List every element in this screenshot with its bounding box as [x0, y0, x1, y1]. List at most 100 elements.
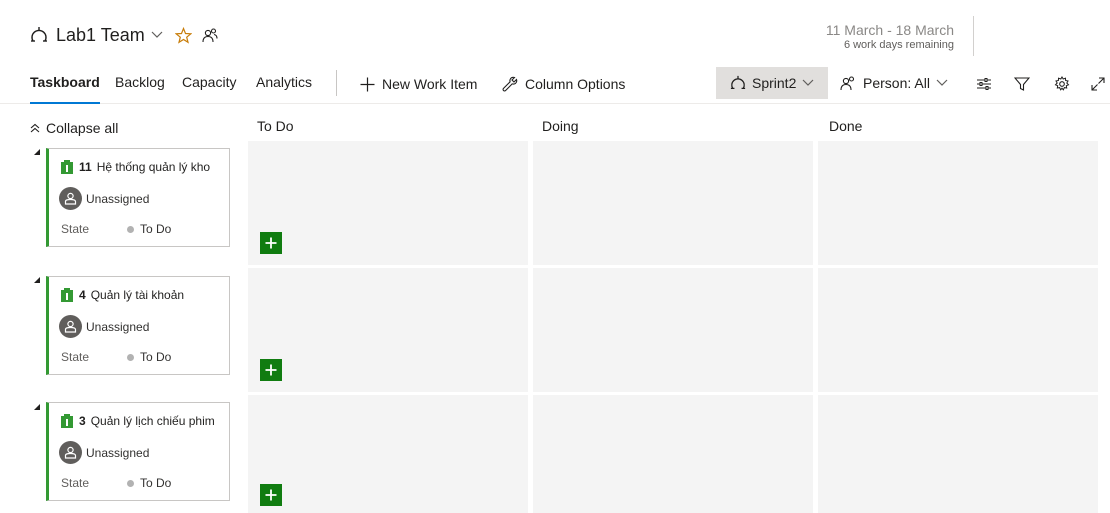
- state-field: State To Do: [61, 350, 171, 364]
- assignee-name: Unassigned: [86, 191, 150, 206]
- new-work-item-button[interactable]: New Work Item: [360, 75, 477, 93]
- backlog-item-icon: [61, 288, 73, 302]
- state-label: State: [61, 222, 90, 236]
- header-divider: [973, 16, 974, 56]
- column-header-doing: Doing: [542, 118, 579, 134]
- unassigned-person-icon: [64, 446, 77, 459]
- toolbar-divider: [336, 70, 337, 96]
- card-id: 4: [79, 288, 86, 302]
- add-task-button[interactable]: [260, 232, 282, 254]
- cell-done-row2[interactable]: [818, 268, 1098, 392]
- collapse-row-icon[interactable]: [33, 148, 41, 156]
- card-title-text: Quản lý lịch chiếu phim: [90, 414, 215, 428]
- cell-todo-row1[interactable]: [248, 141, 528, 265]
- collapse-all-label: Collapse all: [46, 120, 119, 136]
- card-title[interactable]: 11 Hệ thống quản lý kho: [61, 160, 210, 174]
- person-icon: [840, 76, 855, 91]
- card-title-text: Quản lý tài khoản: [90, 288, 185, 302]
- plus-icon: [265, 237, 277, 249]
- team-name: Lab1 Team: [56, 24, 145, 45]
- cell-todo-row2[interactable]: [248, 268, 528, 392]
- fullscreen-button[interactable]: [1088, 74, 1108, 94]
- new-work-item-label: New Work Item: [382, 76, 478, 92]
- state-value[interactable]: To Do: [140, 476, 171, 490]
- column-options-button[interactable]: Column Options: [502, 75, 625, 93]
- cell-todo-row3[interactable]: [248, 395, 528, 513]
- column-header-todo: To Do: [257, 118, 294, 134]
- gear-icon: [1054, 76, 1070, 91]
- chevron-down-icon: [802, 79, 814, 86]
- card-title[interactable]: 3 Quản lý lịch chiếu phim: [61, 414, 215, 428]
- expand-icon: [1091, 77, 1105, 91]
- view-options-button[interactable]: [974, 74, 994, 94]
- double-chevron-up-icon: [30, 123, 40, 133]
- avatar: [59, 187, 82, 210]
- date-range: 11 March - 18 March: [825, 22, 954, 38]
- tab-backlog[interactable]: Backlog: [115, 74, 165, 104]
- assignee[interactable]: Unassigned: [59, 315, 149, 338]
- work-item-card[interactable]: 11 Hệ thống quản lý kho Unassigned State…: [46, 148, 230, 247]
- sprint-label: Sprint2: [752, 75, 797, 91]
- settings-button[interactable]: [1052, 74, 1072, 94]
- filter-icon: [1014, 77, 1030, 91]
- cell-doing-row1[interactable]: [533, 141, 813, 265]
- work-item-card[interactable]: 3 Quản lý lịch chiếu phim Unassigned Sta…: [46, 402, 230, 501]
- add-task-button[interactable]: [260, 359, 282, 381]
- person-filter-label: Person: All: [863, 75, 930, 91]
- cell-done-row1[interactable]: [818, 141, 1098, 265]
- team-members-icon[interactable]: [202, 27, 218, 43]
- card-title[interactable]: 4 Quản lý tài khoản: [61, 288, 184, 302]
- avatar: [59, 315, 82, 338]
- column-options-label: Column Options: [525, 76, 626, 92]
- person-filter[interactable]: Person: All: [840, 75, 948, 91]
- plus-icon: [265, 364, 277, 376]
- state-label: State: [61, 476, 90, 490]
- assignee-name: Unassigned: [86, 445, 150, 460]
- days-remaining: 6 work days remaining: [843, 39, 954, 51]
- state-dot: [127, 353, 134, 361]
- page-header: Lab1 Team 11 March - 18 March 6 work day…: [0, 0, 1110, 62]
- state-field: State To Do: [61, 222, 171, 236]
- card-title-text: Hệ thống quản lý kho: [96, 160, 211, 174]
- tab-capacity[interactable]: Capacity: [182, 74, 236, 104]
- cell-doing-row3[interactable]: [533, 395, 813, 513]
- iteration-dates: 11 March - 18 March 6 work days remainin…: [826, 22, 954, 53]
- state-field: State To Do: [61, 476, 171, 490]
- backlog-item-icon: [61, 160, 73, 174]
- collapse-all-button[interactable]: Collapse all: [30, 120, 118, 136]
- sprint-icon: [730, 75, 746, 89]
- avatar: [59, 441, 82, 464]
- filter-button[interactable]: [1012, 74, 1032, 94]
- tab-taskboard[interactable]: Taskboard: [30, 74, 100, 104]
- column-header-done: Done: [829, 118, 863, 134]
- assignee[interactable]: Unassigned: [59, 187, 149, 210]
- wrench-icon: [502, 76, 518, 92]
- state-label: State: [61, 350, 90, 364]
- state-value[interactable]: To Do: [140, 350, 171, 364]
- chevron-down-icon: [936, 79, 948, 86]
- sprint-icon: [31, 27, 47, 42]
- sprint-picker[interactable]: Sprint2: [716, 67, 828, 99]
- team-selector[interactable]: Lab1 Team: [30, 24, 218, 46]
- assignee[interactable]: Unassigned: [59, 441, 149, 464]
- favorite-star-icon[interactable]: [174, 26, 192, 44]
- tab-analytics[interactable]: Analytics: [256, 74, 312, 104]
- collapse-row-icon[interactable]: [33, 276, 41, 284]
- add-task-button[interactable]: [260, 484, 282, 506]
- plus-icon: [360, 77, 375, 91]
- plus-icon: [265, 489, 277, 501]
- chevron-down-icon: [151, 31, 163, 38]
- unassigned-person-icon: [64, 320, 77, 333]
- card-id: 11: [79, 160, 92, 174]
- state-value[interactable]: To Do: [140, 222, 171, 236]
- cell-done-row3[interactable]: [818, 395, 1098, 513]
- state-dot: [127, 225, 134, 233]
- collapse-row-icon[interactable]: [33, 403, 41, 411]
- work-item-card[interactable]: 4 Quản lý tài khoản Unassigned State To …: [46, 276, 230, 375]
- assignee-name: Unassigned: [86, 319, 150, 334]
- backlog-item-icon: [61, 414, 73, 428]
- card-id: 3: [79, 414, 86, 428]
- state-dot: [127, 479, 134, 487]
- unassigned-person-icon: [64, 192, 77, 205]
- cell-doing-row2[interactable]: [533, 268, 813, 392]
